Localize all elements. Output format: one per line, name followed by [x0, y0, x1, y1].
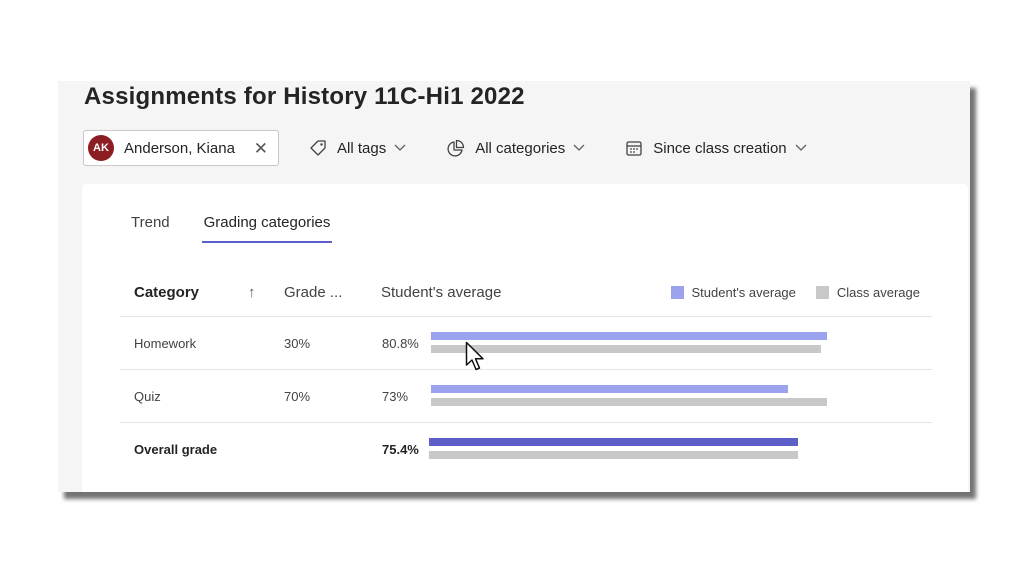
chevron-down-icon [394, 144, 406, 151]
row-category: Homework [134, 336, 197, 351]
legend-swatch-class [815, 286, 829, 299]
column-header-grade-weight[interactable]: Grade ... [284, 284, 342, 301]
column-header-category[interactable]: Category [134, 284, 199, 301]
student-average-bar [429, 438, 799, 446]
page-title: Assignments for History 11C-Hi1 2022 [84, 83, 525, 110]
row-category: Quiz [134, 389, 161, 404]
grades-panel: Trend Grading categories Category ↑ Grad… [82, 184, 968, 492]
student-filter-chip[interactable]: AK Anderson, Kiana ✕ [83, 130, 279, 166]
row-average: 75.4% [382, 442, 419, 457]
close-icon[interactable]: ✕ [254, 140, 268, 157]
chevron-down-icon [573, 144, 585, 151]
column-header-students-average[interactable]: Student's average [381, 284, 501, 301]
avatar: AK [88, 135, 114, 161]
app-window: Assignments for History 11C-Hi1 2022 AK … [58, 81, 970, 492]
student-average-bar [431, 332, 827, 340]
sort-ascending-icon[interactable]: ↑ [248, 284, 256, 301]
student-average-bar [431, 385, 789, 393]
row-weight: 70% [284, 389, 311, 404]
tags-dropdown[interactable]: All tags [309, 139, 416, 157]
tag-icon [310, 140, 326, 156]
student-name: Anderson, Kiana [124, 139, 235, 157]
categories-dropdown[interactable]: All categories [446, 139, 595, 158]
categories-label: All categories [475, 139, 566, 157]
date-range-dropdown[interactable]: Since class creation [625, 139, 816, 157]
date-range-label: Since class creation [653, 139, 787, 157]
legend-item-class: Class average [815, 285, 920, 300]
tab-grading-categories[interactable]: Grading categories [201, 214, 333, 243]
row-category: Overall grade [134, 442, 218, 457]
table-row[interactable]: Quiz 70% 73% [120, 370, 932, 423]
filter-bar: AK Anderson, Kiana ✕ All tags All catego… [83, 129, 817, 167]
legend-label-student: Student's average [691, 285, 796, 300]
legend-item-student: Student's average [670, 285, 796, 300]
class-average-bar [429, 451, 799, 459]
legend-swatch-student [670, 286, 684, 299]
legend-label-class: Class average [836, 285, 920, 300]
row-average: 80.8% [382, 336, 419, 351]
row-weight: 30% [284, 336, 311, 351]
tab-bar: Trend Grading categories [131, 214, 364, 243]
calendar-icon [626, 141, 642, 156]
table-row-overall[interactable]: Overall grade 75.4% [120, 423, 932, 475]
tab-trend[interactable]: Trend [131, 214, 170, 243]
mouse-pointer-icon [465, 341, 484, 371]
tags-label: All tags [337, 139, 387, 157]
class-average-bar [431, 345, 822, 353]
pie-chart-icon [447, 139, 465, 156]
table-header: Category ↑ Grade ... Student's average S… [120, 276, 932, 317]
row-average: 73% [382, 389, 409, 404]
chevron-down-icon [795, 144, 807, 151]
table-row[interactable]: Homework 30% 80.8% [120, 317, 932, 370]
class-average-bar [431, 398, 827, 406]
categories-table: Category ↑ Grade ... Student's average S… [120, 276, 932, 475]
chart-legend: Student's average Class average [651, 285, 920, 300]
